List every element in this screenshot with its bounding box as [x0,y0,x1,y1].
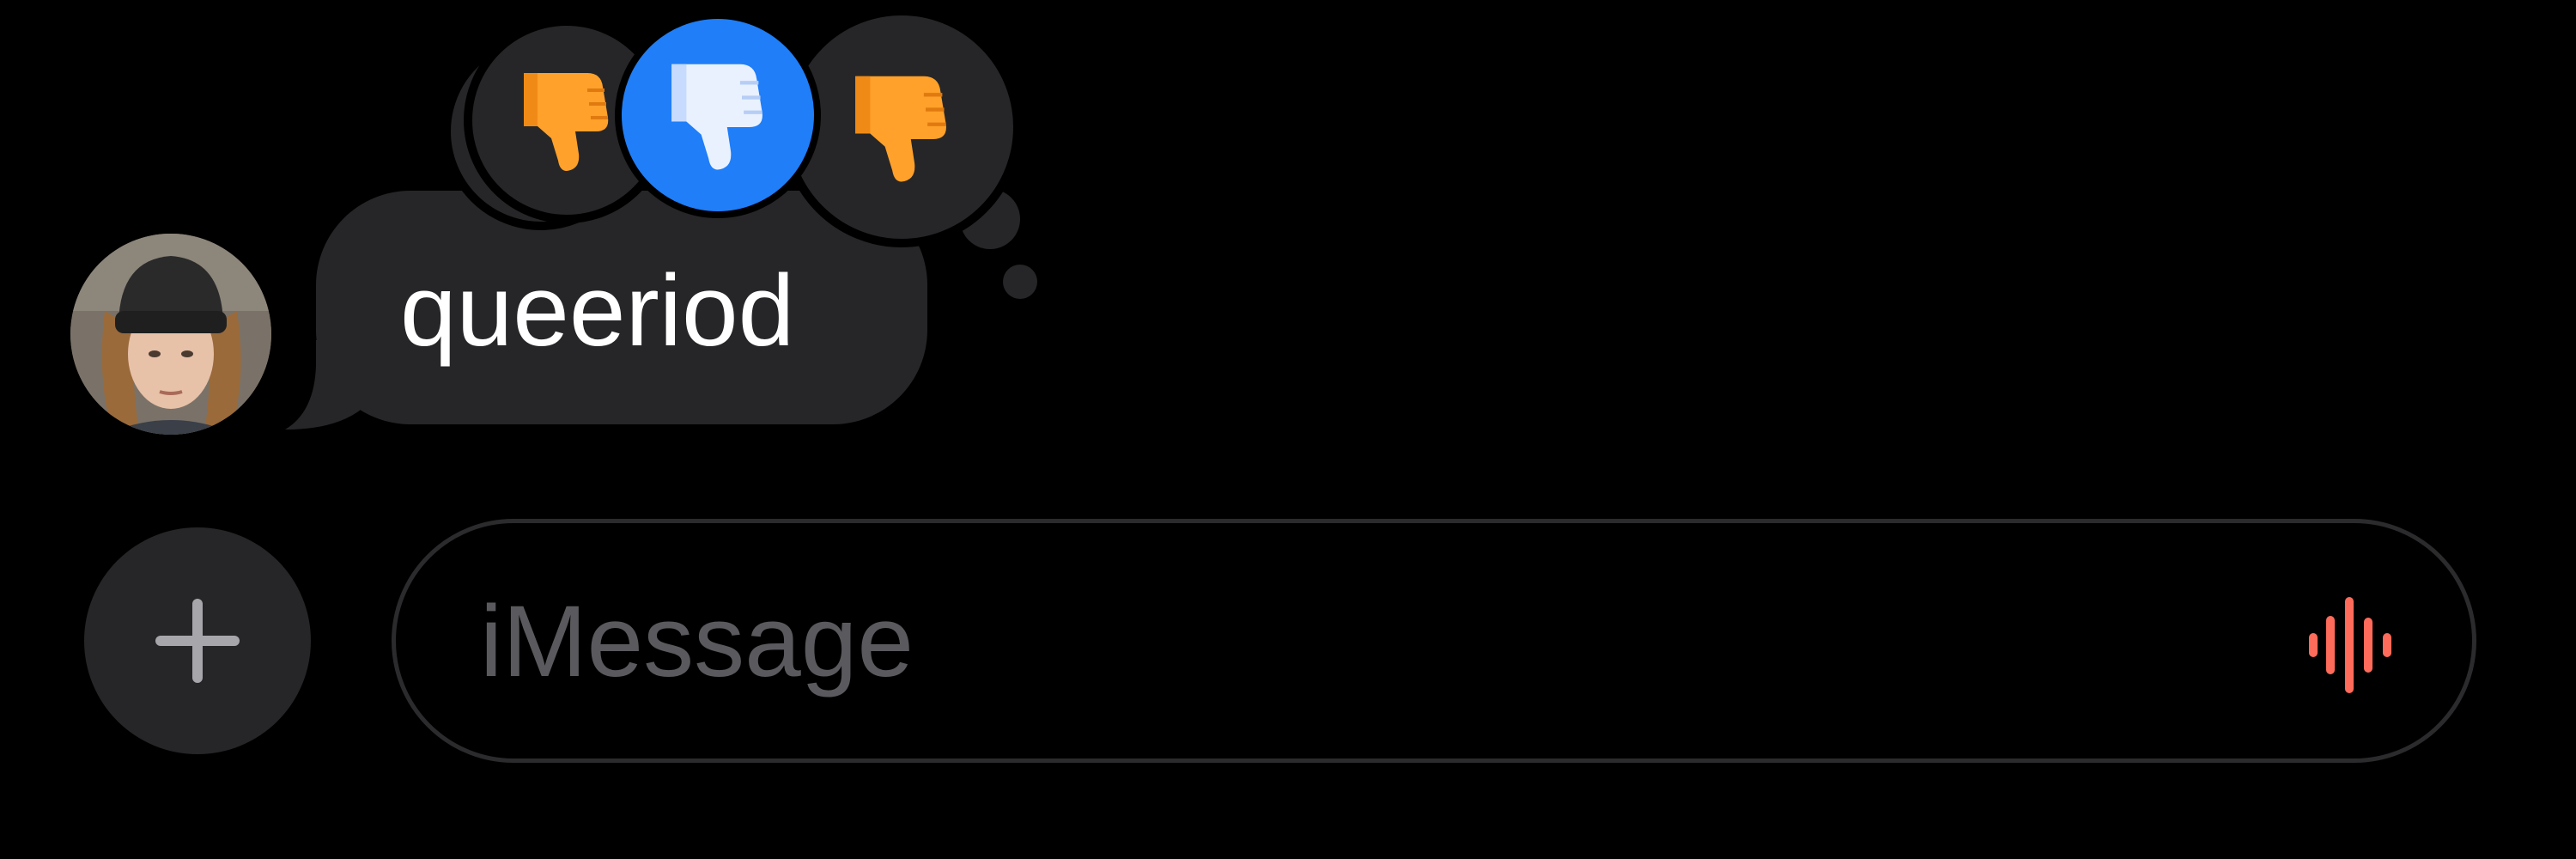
message-input[interactable]: iMessage [392,519,2476,763]
contact-avatar[interactable] [70,234,271,435]
audio-message-button[interactable] [2300,595,2400,695]
thumbs-down-icon [855,76,946,182]
waveform-icon [2309,597,2391,693]
plus-icon [155,599,240,683]
message-text: queeriod [400,254,795,368]
message-input-placeholder: iMessage [480,585,914,698]
thumbs-down-icon [671,64,762,170]
thumbs-down-icon [524,73,609,171]
add-attachment-button[interactable] [84,527,311,754]
messages-screen: queeriod iMessage [0,0,2576,859]
tapback-tail-dot-small [1003,265,1037,299]
tapback-reaction-own[interactable] [615,12,821,218]
avatar-photo [70,234,271,435]
